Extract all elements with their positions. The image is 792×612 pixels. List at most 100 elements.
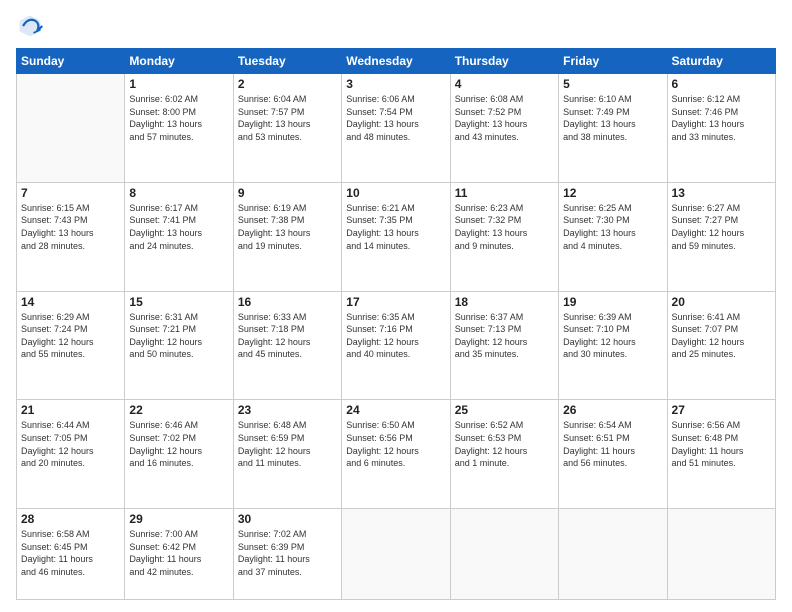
calendar-cell: 23 Sunrise: 6:48 AM Sunset: 6:59 PM Dayli… — [233, 400, 341, 509]
day-number: 20 — [672, 295, 771, 309]
day-number: 4 — [455, 77, 554, 91]
calendar-cell: 30 Sunrise: 7:02 AM Sunset: 6:39 PM Dayli… — [233, 509, 341, 600]
calendar-cell — [450, 509, 558, 600]
calendar-cell: 11 Sunrise: 6:23 AM Sunset: 7:32 PM Dayli… — [450, 182, 558, 291]
day-info: Sunrise: 6:12 AM Sunset: 7:46 PM Dayligh… — [672, 93, 771, 143]
week-row-0: 1 Sunrise: 6:02 AM Sunset: 8:00 PM Daylig… — [17, 74, 776, 183]
calendar-cell: 22Sunrise: 6:46 AM Sunset: 7:02 PM Dayli… — [125, 400, 233, 509]
weekday-header-row: SundayMondayTuesdayWednesdayThursdayFrid… — [17, 49, 776, 74]
day-number: 25 — [455, 403, 554, 417]
day-number: 15 — [129, 295, 228, 309]
calendar-cell: 24 Sunrise: 6:50 AM Sunset: 6:56 PM Dayli… — [342, 400, 450, 509]
day-number: 24 — [346, 403, 445, 417]
weekday-header-wednesday: Wednesday — [342, 49, 450, 74]
day-number: 3 — [346, 77, 445, 91]
calendar-cell — [17, 74, 125, 183]
day-number: 7 — [21, 186, 120, 200]
weekday-header-tuesday: Tuesday — [233, 49, 341, 74]
calendar-cell: 2 Sunrise: 6:04 AM Sunset: 7:57 PM Daylig… — [233, 74, 341, 183]
day-info: Sunrise: 6:23 AM Sunset: 7:32 PM Dayligh… — [455, 202, 554, 252]
day-number: 26 — [563, 403, 662, 417]
week-row-1: 7 Sunrise: 6:15 AM Sunset: 7:43 PM Daylig… — [17, 182, 776, 291]
day-info: Sunrise: 6:44 AM Sunset: 7:05 PM Dayligh… — [21, 419, 120, 469]
calendar-cell: 28 Sunrise: 6:58 AM Sunset: 6:45 PM Dayli… — [17, 509, 125, 600]
logo — [16, 12, 48, 40]
calendar-cell: 14Sunrise: 6:29 AM Sunset: 7:24 PM Dayli… — [17, 291, 125, 400]
day-number: 2 — [238, 77, 337, 91]
calendar-cell: 25 Sunrise: 6:52 AM Sunset: 6:53 PM Dayli… — [450, 400, 558, 509]
calendar-table: SundayMondayTuesdayWednesdayThursdayFrid… — [16, 48, 776, 600]
weekday-header-friday: Friday — [559, 49, 667, 74]
calendar-cell: 7 Sunrise: 6:15 AM Sunset: 7:43 PM Daylig… — [17, 182, 125, 291]
calendar-cell — [342, 509, 450, 600]
calendar-cell: 6Sunrise: 6:12 AM Sunset: 7:46 PM Daylig… — [667, 74, 775, 183]
day-info: Sunrise: 6:15 AM Sunset: 7:43 PM Dayligh… — [21, 202, 120, 252]
calendar-cell: 15 Sunrise: 6:31 AM Sunset: 7:21 PM Dayli… — [125, 291, 233, 400]
day-info: Sunrise: 6:52 AM Sunset: 6:53 PM Dayligh… — [455, 419, 554, 469]
day-number: 23 — [238, 403, 337, 417]
day-info: Sunrise: 6:21 AM Sunset: 7:35 PM Dayligh… — [346, 202, 445, 252]
day-number: 27 — [672, 403, 771, 417]
calendar-cell: 13 Sunrise: 6:27 AM Sunset: 7:27 PM Dayli… — [667, 182, 775, 291]
week-row-2: 14Sunrise: 6:29 AM Sunset: 7:24 PM Dayli… — [17, 291, 776, 400]
calendar-cell — [667, 509, 775, 600]
calendar-cell: 4 Sunrise: 6:08 AM Sunset: 7:52 PM Daylig… — [450, 74, 558, 183]
day-info: Sunrise: 6:35 AM Sunset: 7:16 PM Dayligh… — [346, 311, 445, 361]
day-number: 28 — [21, 512, 120, 526]
calendar-cell: 3 Sunrise: 6:06 AM Sunset: 7:54 PM Daylig… — [342, 74, 450, 183]
day-info: Sunrise: 6:37 AM Sunset: 7:13 PM Dayligh… — [455, 311, 554, 361]
calendar-cell: 10 Sunrise: 6:21 AM Sunset: 7:35 PM Dayli… — [342, 182, 450, 291]
day-info: Sunrise: 6:25 AM Sunset: 7:30 PM Dayligh… — [563, 202, 662, 252]
calendar-cell: 21 Sunrise: 6:44 AM Sunset: 7:05 PM Dayli… — [17, 400, 125, 509]
day-info: Sunrise: 6:02 AM Sunset: 8:00 PM Dayligh… — [129, 93, 228, 143]
day-number: 29 — [129, 512, 228, 526]
calendar-cell: 19 Sunrise: 6:39 AM Sunset: 7:10 PM Dayli… — [559, 291, 667, 400]
logo-icon — [16, 12, 44, 40]
day-info: Sunrise: 6:10 AM Sunset: 7:49 PM Dayligh… — [563, 93, 662, 143]
day-number: 13 — [672, 186, 771, 200]
day-number: 16 — [238, 295, 337, 309]
day-number: 12 — [563, 186, 662, 200]
day-number: 8 — [129, 186, 228, 200]
calendar-cell: 20 Sunrise: 6:41 AM Sunset: 7:07 PM Dayli… — [667, 291, 775, 400]
weekday-header-saturday: Saturday — [667, 49, 775, 74]
day-info: Sunrise: 6:08 AM Sunset: 7:52 PM Dayligh… — [455, 93, 554, 143]
day-number: 21 — [21, 403, 120, 417]
day-info: Sunrise: 6:41 AM Sunset: 7:07 PM Dayligh… — [672, 311, 771, 361]
day-info: Sunrise: 6:19 AM Sunset: 7:38 PM Dayligh… — [238, 202, 337, 252]
calendar-cell: 18 Sunrise: 6:37 AM Sunset: 7:13 PM Dayli… — [450, 291, 558, 400]
calendar-cell: 12 Sunrise: 6:25 AM Sunset: 7:30 PM Dayli… — [559, 182, 667, 291]
day-info: Sunrise: 6:27 AM Sunset: 7:27 PM Dayligh… — [672, 202, 771, 252]
weekday-header-monday: Monday — [125, 49, 233, 74]
day-info: Sunrise: 6:39 AM Sunset: 7:10 PM Dayligh… — [563, 311, 662, 361]
calendar-cell: 9Sunrise: 6:19 AM Sunset: 7:38 PM Daylig… — [233, 182, 341, 291]
day-number: 14 — [21, 295, 120, 309]
weekday-header-thursday: Thursday — [450, 49, 558, 74]
day-number: 5 — [563, 77, 662, 91]
day-info: Sunrise: 6:50 AM Sunset: 6:56 PM Dayligh… — [346, 419, 445, 469]
day-number: 19 — [563, 295, 662, 309]
calendar-cell: 27 Sunrise: 6:56 AM Sunset: 6:48 PM Dayli… — [667, 400, 775, 509]
calendar-cell: 1 Sunrise: 6:02 AM Sunset: 8:00 PM Daylig… — [125, 74, 233, 183]
day-number: 1 — [129, 77, 228, 91]
week-row-4: 28 Sunrise: 6:58 AM Sunset: 6:45 PM Dayli… — [17, 509, 776, 600]
day-info: Sunrise: 6:58 AM Sunset: 6:45 PM Dayligh… — [21, 528, 120, 578]
day-info: Sunrise: 7:02 AM Sunset: 6:39 PM Dayligh… — [238, 528, 337, 578]
day-info: Sunrise: 6:48 AM Sunset: 6:59 PM Dayligh… — [238, 419, 337, 469]
day-info: Sunrise: 6:06 AM Sunset: 7:54 PM Dayligh… — [346, 93, 445, 143]
calendar-cell: 17Sunrise: 6:35 AM Sunset: 7:16 PM Dayli… — [342, 291, 450, 400]
day-info: Sunrise: 6:31 AM Sunset: 7:21 PM Dayligh… — [129, 311, 228, 361]
day-number: 11 — [455, 186, 554, 200]
day-number: 18 — [455, 295, 554, 309]
calendar-cell — [559, 509, 667, 600]
day-number: 30 — [238, 512, 337, 526]
weekday-header-sunday: Sunday — [17, 49, 125, 74]
calendar-cell: 29Sunrise: 7:00 AM Sunset: 6:42 PM Dayli… — [125, 509, 233, 600]
calendar-cell: 8 Sunrise: 6:17 AM Sunset: 7:41 PM Daylig… — [125, 182, 233, 291]
day-info: Sunrise: 6:56 AM Sunset: 6:48 PM Dayligh… — [672, 419, 771, 469]
day-number: 10 — [346, 186, 445, 200]
day-info: Sunrise: 6:04 AM Sunset: 7:57 PM Dayligh… — [238, 93, 337, 143]
page: SundayMondayTuesdayWednesdayThursdayFrid… — [0, 0, 792, 612]
calendar-cell: 26Sunrise: 6:54 AM Sunset: 6:51 PM Dayli… — [559, 400, 667, 509]
day-info: Sunrise: 6:17 AM Sunset: 7:41 PM Dayligh… — [129, 202, 228, 252]
